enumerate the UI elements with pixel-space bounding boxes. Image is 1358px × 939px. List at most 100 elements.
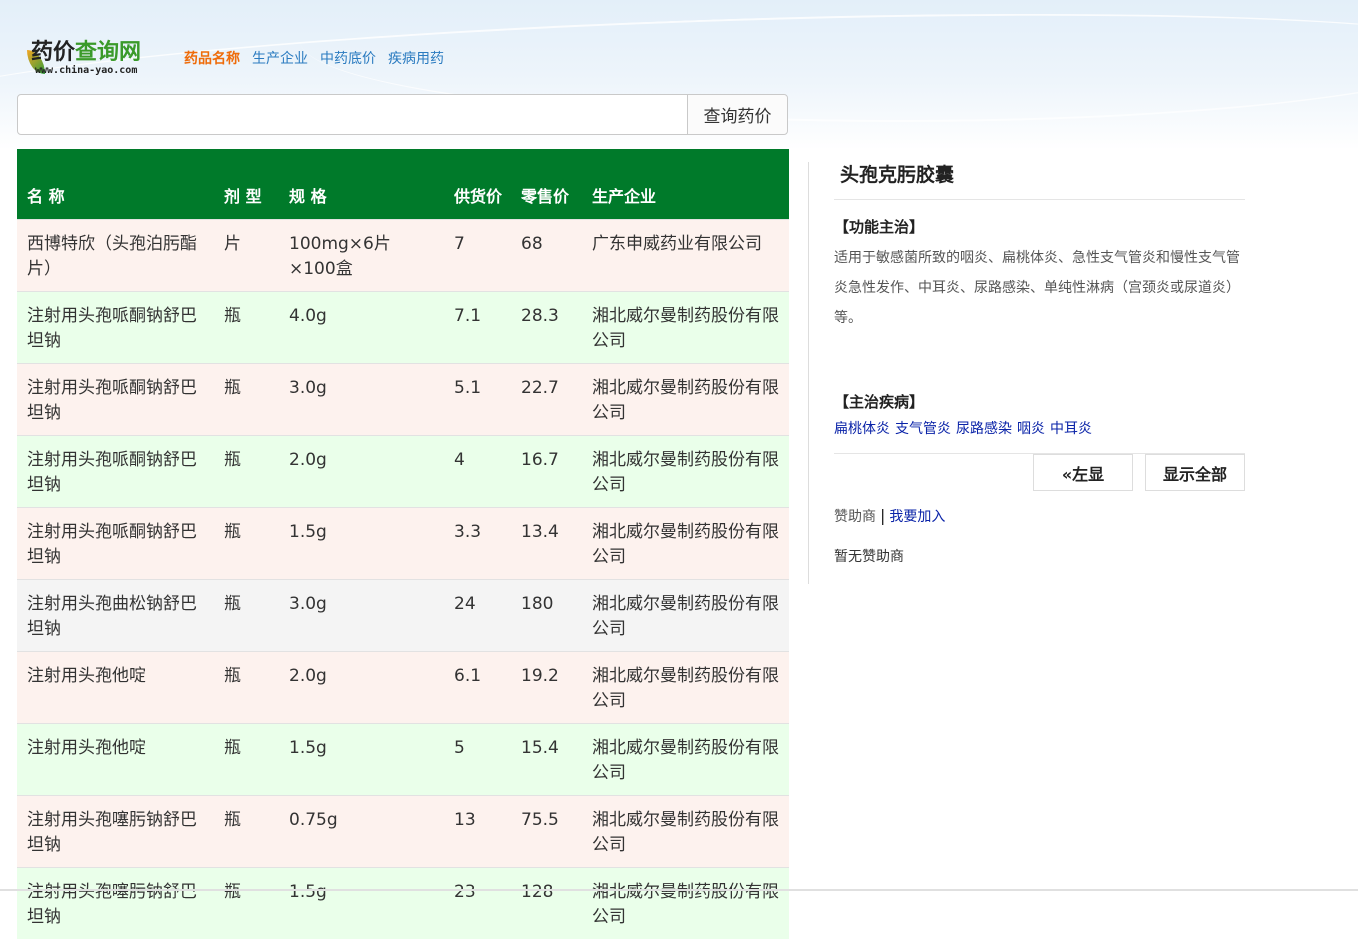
main-nav: 药品名称生产企业中药底价疾病用药 xyxy=(184,48,444,68)
disease-tag-link[interactable]: 扁桃体炎 xyxy=(834,418,890,438)
cell-form: 瓶 xyxy=(214,724,279,796)
table-row[interactable]: 注射用头孢哌酮钠舒巴坦钠瓶1.5g3.313.4湘北威尔曼制药股份有限公司 xyxy=(17,508,789,580)
cell-spec: 4.0g xyxy=(279,292,444,364)
logo-url: www.china-yao.com xyxy=(35,65,137,76)
function-section-title: 【功能主治】 xyxy=(834,216,1245,237)
cell-form: 瓶 xyxy=(214,652,279,724)
cell-company: 湘北威尔曼制药股份有限公司 xyxy=(582,364,789,436)
cell-name: 注射用头孢哌酮钠舒巴坦钠 xyxy=(17,364,214,436)
table-row[interactable]: 注射用头孢噻肟钠舒巴坦钠瓶1.5g23128湘北威尔曼制药股份有限公司 xyxy=(17,868,789,939)
cell-supply-price: 7.1 xyxy=(444,292,511,364)
col-header-supply-price: 供货价 xyxy=(444,149,511,220)
cell-retail-price: 16.7 xyxy=(511,436,582,508)
cell-form: 瓶 xyxy=(214,364,279,436)
cell-spec: 100mg×6片×100盒 xyxy=(279,220,444,292)
cell-company: 湘北威尔曼制药股份有限公司 xyxy=(582,796,789,868)
cell-name: 注射用头孢噻肟钠舒巴坦钠 xyxy=(17,868,214,939)
cell-supply-price: 4 xyxy=(444,436,511,508)
cell-retail-price: 75.5 xyxy=(511,796,582,868)
sidebar-divider xyxy=(808,162,809,584)
nav-item[interactable]: 药品名称 xyxy=(184,48,240,68)
table-row[interactable]: 注射用头孢噻肟钠舒巴坦钠瓶0.75g1375.5湘北威尔曼制药股份有限公司 xyxy=(17,796,789,868)
table-row[interactable]: 注射用头孢哌酮钠舒巴坦钠瓶3.0g5.122.7湘北威尔曼制药股份有限公司 xyxy=(17,364,789,436)
cell-company: 广东申威药业有限公司 xyxy=(582,220,789,292)
cell-spec: 1.5g xyxy=(279,724,444,796)
nav-item[interactable]: 疾病用药 xyxy=(388,48,444,68)
cell-retail-price: 19.2 xyxy=(511,652,582,724)
no-sponsor-text: 暂无赞助商 xyxy=(834,546,1245,566)
table-row[interactable]: 注射用头孢他啶瓶2.0g6.119.2湘北威尔曼制药股份有限公司 xyxy=(17,652,789,724)
col-header-spec: 规 格 xyxy=(279,149,444,220)
cell-name: 注射用头孢他啶 xyxy=(17,652,214,724)
cell-spec: 3.0g xyxy=(279,580,444,652)
cell-form: 瓶 xyxy=(214,292,279,364)
drug-detail-panel: 头孢克肟胶囊 【功能主治】 适用于敏感菌所致的咽炎、扁桃体炎、急性支气管炎和慢性… xyxy=(834,160,1245,566)
cell-retail-price: 13.4 xyxy=(511,508,582,580)
disease-tag-link[interactable]: 中耳炎 xyxy=(1050,418,1092,438)
table-row[interactable]: 注射用头孢哌酮钠舒巴坦钠瓶2.0g416.7湘北威尔曼制药股份有限公司 xyxy=(17,436,789,508)
cell-company: 湘北威尔曼制药股份有限公司 xyxy=(582,580,789,652)
col-header-company: 生产企业 xyxy=(582,149,789,220)
cell-retail-price: 15.4 xyxy=(511,724,582,796)
cell-name: 注射用头孢哌酮钠舒巴坦钠 xyxy=(17,436,214,508)
drug-price-table: 名 称 剂 型 规 格 供货价 零售价 生产企业 西博特欣（头孢泊肟酯片）片10… xyxy=(17,149,789,939)
cell-company: 湘北威尔曼制药股份有限公司 xyxy=(582,724,789,796)
search-input[interactable] xyxy=(18,95,687,134)
search-button[interactable]: 查询药价 xyxy=(687,95,787,134)
cell-spec: 2.0g xyxy=(279,652,444,724)
cell-form: 片 xyxy=(214,220,279,292)
col-header-form: 剂 型 xyxy=(214,149,279,220)
cell-retail-price: 68 xyxy=(511,220,582,292)
disease-tag-link[interactable]: 咽炎 xyxy=(1017,418,1045,438)
table-header-row: 名 称 剂 型 规 格 供货价 零售价 生产企业 xyxy=(17,149,789,220)
cell-company: 湘北威尔曼制药股份有限公司 xyxy=(582,436,789,508)
join-sponsor-link[interactable]: 我要加入 xyxy=(889,509,945,525)
search-bar: 查询药价 xyxy=(17,94,788,135)
cell-name: 注射用头孢噻肟钠舒巴坦钠 xyxy=(17,796,214,868)
logo-title: 药价查询网 xyxy=(31,34,141,66)
function-description: 适用于敏感菌所致的咽炎、扁桃体炎、急性支气管炎和慢性支气管炎急性发作、中耳炎、尿… xyxy=(834,243,1245,333)
cell-supply-price: 23 xyxy=(444,868,511,939)
nav-item[interactable]: 生产企业 xyxy=(252,48,308,68)
cell-name: 注射用头孢他啶 xyxy=(17,724,214,796)
cell-form: 瓶 xyxy=(214,508,279,580)
disease-tag-link[interactable]: 尿路感染 xyxy=(956,418,1012,438)
col-header-retail-price: 零售价 xyxy=(511,149,582,220)
cell-retail-price: 128 xyxy=(511,868,582,939)
cell-form: 瓶 xyxy=(214,580,279,652)
cell-name: 注射用头孢曲松钠舒巴坦钠 xyxy=(17,580,214,652)
cell-spec: 1.5g xyxy=(279,508,444,580)
cell-company: 湘北威尔曼制药股份有限公司 xyxy=(582,292,789,364)
col-header-name: 名 称 xyxy=(17,149,214,220)
panel-button-bar: «左显 显示全部 xyxy=(834,453,1245,494)
site-logo[interactable]: 药价查询网 www.china-yao.com xyxy=(25,34,171,82)
show-left-button[interactable]: «左显 xyxy=(1033,454,1133,491)
cell-supply-price: 5 xyxy=(444,724,511,796)
table-row[interactable]: 西博特欣（头孢泊肟酯片）片100mg×6片×100盒768广东申威药业有限公司 xyxy=(17,220,789,292)
cell-company: 湘北威尔曼制药股份有限公司 xyxy=(582,508,789,580)
show-all-button[interactable]: 显示全部 xyxy=(1145,454,1245,491)
cell-spec: 0.75g xyxy=(279,796,444,868)
cell-supply-price: 6.1 xyxy=(444,652,511,724)
cell-company: 湘北威尔曼制药股份有限公司 xyxy=(582,868,789,939)
cell-company: 湘北威尔曼制药股份有限公司 xyxy=(582,652,789,724)
cell-supply-price: 5.1 xyxy=(444,364,511,436)
cell-retail-price: 22.7 xyxy=(511,364,582,436)
drug-title: 头孢克肟胶囊 xyxy=(834,160,1245,200)
cell-name: 注射用头孢哌酮钠舒巴坦钠 xyxy=(17,292,214,364)
cell-supply-price: 24 xyxy=(444,580,511,652)
cell-spec: 1.5g xyxy=(279,868,444,939)
table-row[interactable]: 注射用头孢曲松钠舒巴坦钠瓶3.0g24180湘北威尔曼制药股份有限公司 xyxy=(17,580,789,652)
site-header: 药价查询网 www.china-yao.com 药品名称生产企业中药底价疾病用药 xyxy=(25,34,444,82)
disease-section-title: 【主治疾病】 xyxy=(834,391,1245,412)
disease-tag-link[interactable]: 支气管炎 xyxy=(895,418,951,438)
cell-name: 西博特欣（头孢泊肟酯片） xyxy=(17,220,214,292)
sponsor-line: 赞助商|我要加入 xyxy=(834,506,1245,526)
sponsor-label: 赞助商 xyxy=(834,509,876,525)
cell-name: 注射用头孢哌酮钠舒巴坦钠 xyxy=(17,508,214,580)
sponsor-separator: | xyxy=(880,506,885,525)
nav-item[interactable]: 中药底价 xyxy=(320,48,376,68)
table-row[interactable]: 注射用头孢他啶瓶1.5g515.4湘北威尔曼制药股份有限公司 xyxy=(17,724,789,796)
table-row[interactable]: 注射用头孢哌酮钠舒巴坦钠瓶4.0g7.128.3湘北威尔曼制药股份有限公司 xyxy=(17,292,789,364)
cell-spec: 3.0g xyxy=(279,364,444,436)
